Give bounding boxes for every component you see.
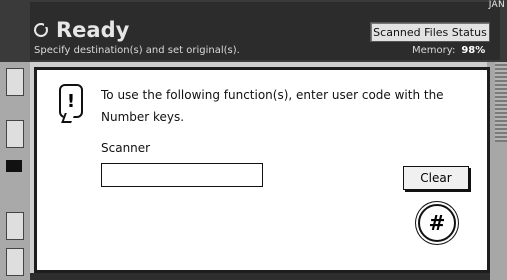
status-header: JAN Ready Specify destination(s) and set… bbox=[0, 0, 507, 62]
left-tab-strip bbox=[0, 62, 30, 280]
device-screen: JAN Ready Specify destination(s) and set… bbox=[0, 0, 507, 280]
status-instruction: Specify destination(s) and set original(… bbox=[34, 45, 240, 56]
memory-value: 98% bbox=[461, 45, 486, 56]
ready-icon bbox=[34, 22, 49, 37]
left-tab[interactable] bbox=[6, 68, 24, 96]
user-code-input[interactable] bbox=[101, 163, 263, 187]
alert-icon: ! bbox=[59, 84, 83, 118]
hash-key-icon[interactable]: # bbox=[418, 204, 456, 242]
function-label: Scanner bbox=[101, 141, 151, 155]
scanned-files-status-button[interactable]: Scanned Files Status bbox=[370, 22, 490, 42]
selection-marker bbox=[6, 160, 22, 172]
left-tab[interactable] bbox=[6, 120, 24, 148]
bottom-bar bbox=[30, 273, 490, 280]
memory-label: Memory: bbox=[412, 45, 456, 56]
user-code-dialog: ! To use the following function(s), ente… bbox=[34, 67, 490, 273]
corner-label: JAN bbox=[488, 0, 505, 10]
memory-indicator: Memory: 98% bbox=[412, 45, 485, 56]
status-title: Ready bbox=[56, 18, 130, 42]
ready-status: Ready bbox=[34, 18, 130, 42]
left-tab[interactable] bbox=[6, 212, 24, 240]
left-tab[interactable] bbox=[6, 248, 24, 276]
clear-button[interactable]: Clear bbox=[403, 166, 469, 190]
scrollbar[interactable] bbox=[495, 62, 507, 142]
dialog-message: To use the following function(s), enter … bbox=[101, 88, 444, 124]
